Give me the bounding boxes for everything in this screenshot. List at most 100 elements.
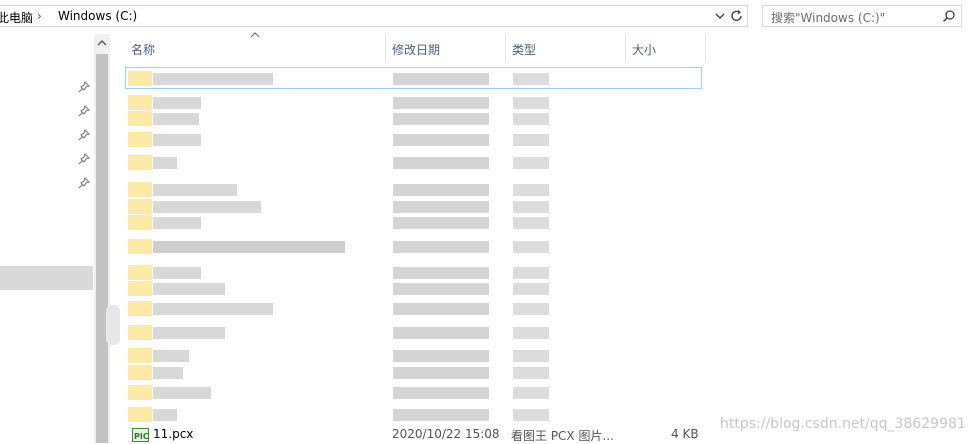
- blurred-name: [153, 350, 189, 362]
- table-row[interactable]: PIC 11.pcx 2020/10/22 15:08 看图王 PCX 图片..…: [125, 425, 705, 443]
- blurred-type: [513, 113, 549, 125]
- blurred-type: [513, 387, 549, 399]
- blurred-date: [393, 327, 489, 339]
- folder-icon: [128, 155, 152, 170]
- pin-icon[interactable]: [78, 177, 90, 189]
- search-box[interactable]: 搜索"Windows (C:)": [762, 5, 962, 27]
- column-divider[interactable]: [705, 34, 706, 62]
- column-header-type[interactable]: 类型: [506, 34, 624, 62]
- list-item[interactable]: [125, 68, 705, 89]
- blurred-date: [393, 184, 489, 196]
- list-item[interactable]: [125, 212, 705, 233]
- blurred-name: [153, 217, 201, 229]
- blurred-date: [393, 387, 489, 399]
- search-icon[interactable]: [942, 9, 956, 23]
- list-item[interactable]: [125, 382, 705, 403]
- blurred-name: [153, 73, 273, 85]
- chevron-down-icon[interactable]: [713, 9, 727, 23]
- blurred-name: [153, 409, 177, 421]
- nav-scrollbar[interactable]: [94, 34, 110, 443]
- scrollbar-thumb[interactable]: [96, 54, 108, 443]
- blurred-type: [513, 350, 549, 362]
- list-item[interactable]: [125, 362, 705, 383]
- blurred-date: [393, 409, 489, 421]
- folder-icon: [128, 111, 152, 126]
- blurred-date: [393, 134, 489, 146]
- blurred-name: [153, 367, 183, 379]
- navigation-pane: [0, 34, 94, 443]
- blurred-date: [393, 157, 489, 169]
- blurred-date: [393, 217, 489, 229]
- list-item[interactable]: [125, 236, 705, 257]
- blurred-name: [153, 113, 199, 125]
- breadcrumb-drive[interactable]: Windows (C:): [58, 9, 137, 23]
- file-name[interactable]: 11.pcx: [153, 427, 193, 441]
- pin-icon[interactable]: [78, 129, 90, 141]
- pin-icon[interactable]: [78, 81, 90, 93]
- pane-splitter[interactable]: [106, 305, 120, 345]
- pin-icon[interactable]: [78, 153, 90, 165]
- file-size: 4 KB: [671, 427, 699, 441]
- blurred-name: [153, 283, 225, 295]
- column-header-size[interactable]: 大小: [626, 34, 706, 62]
- svg-text:PIC: PIC: [134, 432, 149, 441]
- blurred-type: [513, 367, 549, 379]
- sort-ascending-icon: [250, 32, 260, 38]
- blurred-name: [153, 157, 177, 169]
- list-item[interactable]: [125, 278, 705, 299]
- blurred-date: [393, 241, 489, 253]
- folder-icon: [128, 281, 152, 296]
- pcx-image-file-icon: PIC: [132, 428, 149, 442]
- address-bar-area: 此电脑 › Windows (C:) 搜索"Windows (C:)": [0, 0, 969, 34]
- blurred-date: [393, 113, 489, 125]
- folder-icon: [128, 71, 152, 86]
- breadcrumb-this-pc[interactable]: 此电脑: [0, 9, 33, 26]
- breadcrumb-separator-icon[interactable]: ›: [37, 9, 42, 23]
- list-item[interactable]: [125, 298, 705, 319]
- blurred-name: [153, 327, 225, 339]
- blurred-type: [513, 283, 549, 295]
- folder-icon: [128, 348, 152, 363]
- blurred-name: [153, 134, 201, 146]
- watermark: https://blog.csdn.net/qq_38629981: [720, 416, 966, 432]
- scroll-up-icon[interactable]: [97, 38, 107, 48]
- blurred-type: [513, 157, 549, 169]
- folder-icon: [128, 325, 152, 340]
- address-bar[interactable]: 此电脑 › Windows (C:): [0, 5, 748, 27]
- list-item[interactable]: [125, 322, 705, 343]
- folder-icon: [128, 407, 152, 422]
- blurred-type: [513, 217, 549, 229]
- folder-icon: [128, 215, 152, 230]
- blurred-name: [153, 387, 211, 399]
- search-input[interactable]: 搜索"Windows (C:)": [771, 9, 885, 26]
- file-type: 看图王 PCX 图片...: [511, 429, 614, 443]
- pin-icon[interactable]: [78, 105, 90, 117]
- blurred-type: [513, 409, 549, 421]
- folder-icon: [128, 385, 152, 400]
- list-item[interactable]: [125, 129, 705, 150]
- column-header-date[interactable]: 修改日期: [386, 34, 504, 62]
- blurred-type: [513, 73, 549, 85]
- blurred-type: [513, 303, 549, 315]
- blurred-date: [393, 73, 489, 85]
- blurred-type: [513, 134, 549, 146]
- list-item[interactable]: [125, 404, 705, 425]
- blurred-type: [513, 241, 549, 253]
- folder-icon: [128, 132, 152, 147]
- blurred-type: [513, 327, 549, 339]
- list-item[interactable]: [125, 108, 705, 129]
- folder-icon: [128, 182, 152, 197]
- blurred-name: [153, 241, 345, 253]
- folder-icon: [128, 239, 152, 254]
- blurred-date: [393, 283, 489, 295]
- blurred-type: [513, 184, 549, 196]
- folder-icon: [128, 301, 152, 316]
- blurred-name: [153, 303, 273, 315]
- folder-icon: [128, 365, 152, 380]
- refresh-icon[interactable]: [729, 8, 745, 24]
- nav-item-selected[interactable]: [0, 266, 93, 290]
- blurred-date: [393, 303, 489, 315]
- list-item[interactable]: [125, 152, 705, 173]
- file-date: 2020/10/22 15:08: [392, 427, 500, 441]
- blurred-date: [393, 350, 489, 362]
